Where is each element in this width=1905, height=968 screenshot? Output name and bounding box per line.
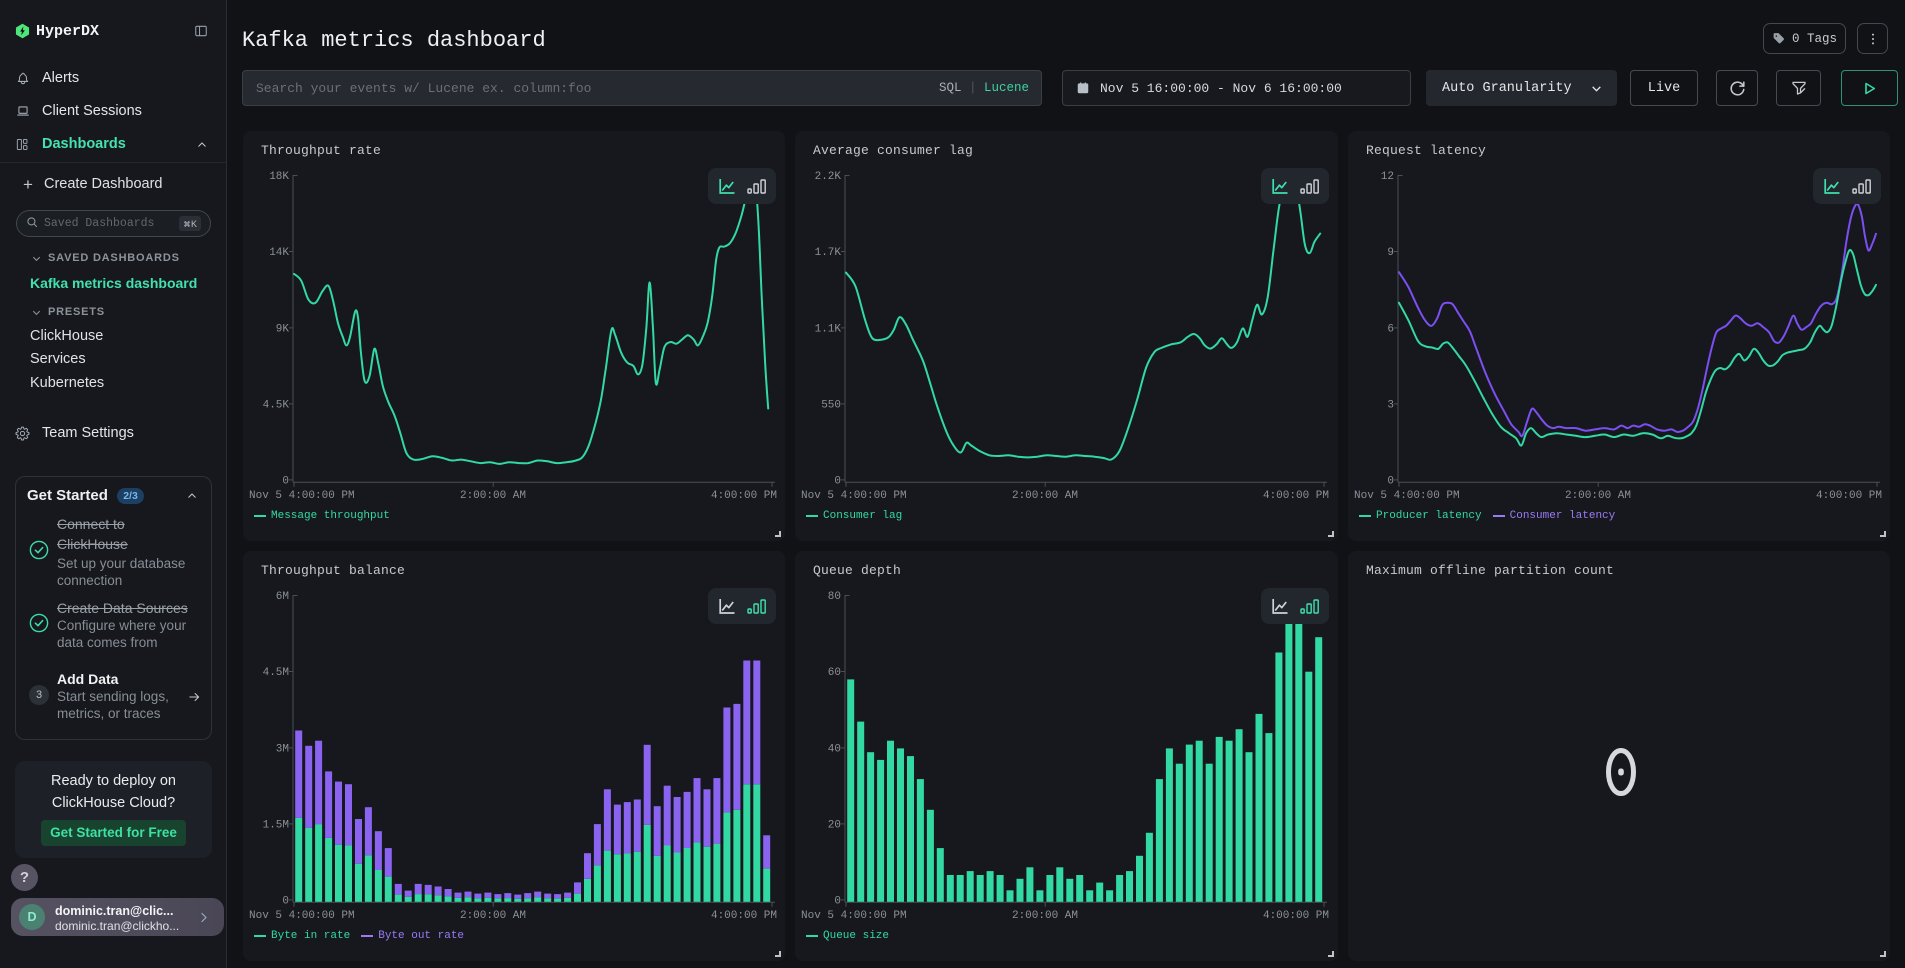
svg-text:60: 60 <box>828 667 841 679</box>
svg-text:Nov 5 4:00:00 PM: Nov 5 4:00:00 PM <box>801 490 907 502</box>
svg-text:20: 20 <box>828 819 841 831</box>
svg-text:4:00:00 PM: 4:00:00 PM <box>711 490 777 502</box>
svg-text:4:00:00 PM: 4:00:00 PM <box>1263 490 1329 502</box>
svg-text:Nov 5 4:00:00 PM: Nov 5 4:00:00 PM <box>249 910 355 922</box>
svg-text:4.5M: 4.5M <box>263 667 289 679</box>
svg-text:2:00:00 AM: 2:00:00 AM <box>460 490 526 502</box>
svg-text:0: 0 <box>1387 475 1394 487</box>
svg-text:14K: 14K <box>269 247 289 259</box>
svg-text:550: 550 <box>821 399 841 411</box>
svg-text:6: 6 <box>1387 323 1394 335</box>
svg-text:2:00:00 AM: 2:00:00 AM <box>1565 490 1631 502</box>
svg-text:1.7K: 1.7K <box>815 247 842 259</box>
svg-text:80: 80 <box>828 591 841 603</box>
svg-text:4:00:00 PM: 4:00:00 PM <box>711 910 777 922</box>
svg-text:9: 9 <box>1387 247 1394 259</box>
svg-text:0: 0 <box>282 895 289 907</box>
svg-text:Nov 5 4:00:00 PM: Nov 5 4:00:00 PM <box>249 490 355 502</box>
svg-text:2:00:00 AM: 2:00:00 AM <box>1012 910 1078 922</box>
svg-text:1.1K: 1.1K <box>815 323 842 335</box>
svg-text:2:00:00 AM: 2:00:00 AM <box>1012 490 1078 502</box>
svg-text:4.5K: 4.5K <box>263 399 290 411</box>
svg-text:0: 0 <box>834 475 841 487</box>
svg-text:3: 3 <box>1387 399 1394 411</box>
svg-text:Nov 5 4:00:00 PM: Nov 5 4:00:00 PM <box>1354 490 1460 502</box>
svg-text:40: 40 <box>828 743 841 755</box>
svg-text:18K: 18K <box>269 171 289 183</box>
svg-text:12: 12 <box>1381 171 1394 183</box>
svg-text:1.5M: 1.5M <box>263 819 289 831</box>
svg-text:4:00:00 PM: 4:00:00 PM <box>1263 910 1329 922</box>
svg-text:9K: 9K <box>276 323 290 335</box>
svg-text:0: 0 <box>834 895 841 907</box>
svg-text:Nov 5 4:00:00 PM: Nov 5 4:00:00 PM <box>801 910 907 922</box>
svg-text:6M: 6M <box>276 591 289 603</box>
svg-text:2.2K: 2.2K <box>815 171 842 183</box>
svg-text:2:00:00 AM: 2:00:00 AM <box>460 910 526 922</box>
svg-text:0: 0 <box>282 475 289 487</box>
svg-text:3M: 3M <box>276 743 289 755</box>
svg-text:4:00:00 PM: 4:00:00 PM <box>1816 490 1882 502</box>
